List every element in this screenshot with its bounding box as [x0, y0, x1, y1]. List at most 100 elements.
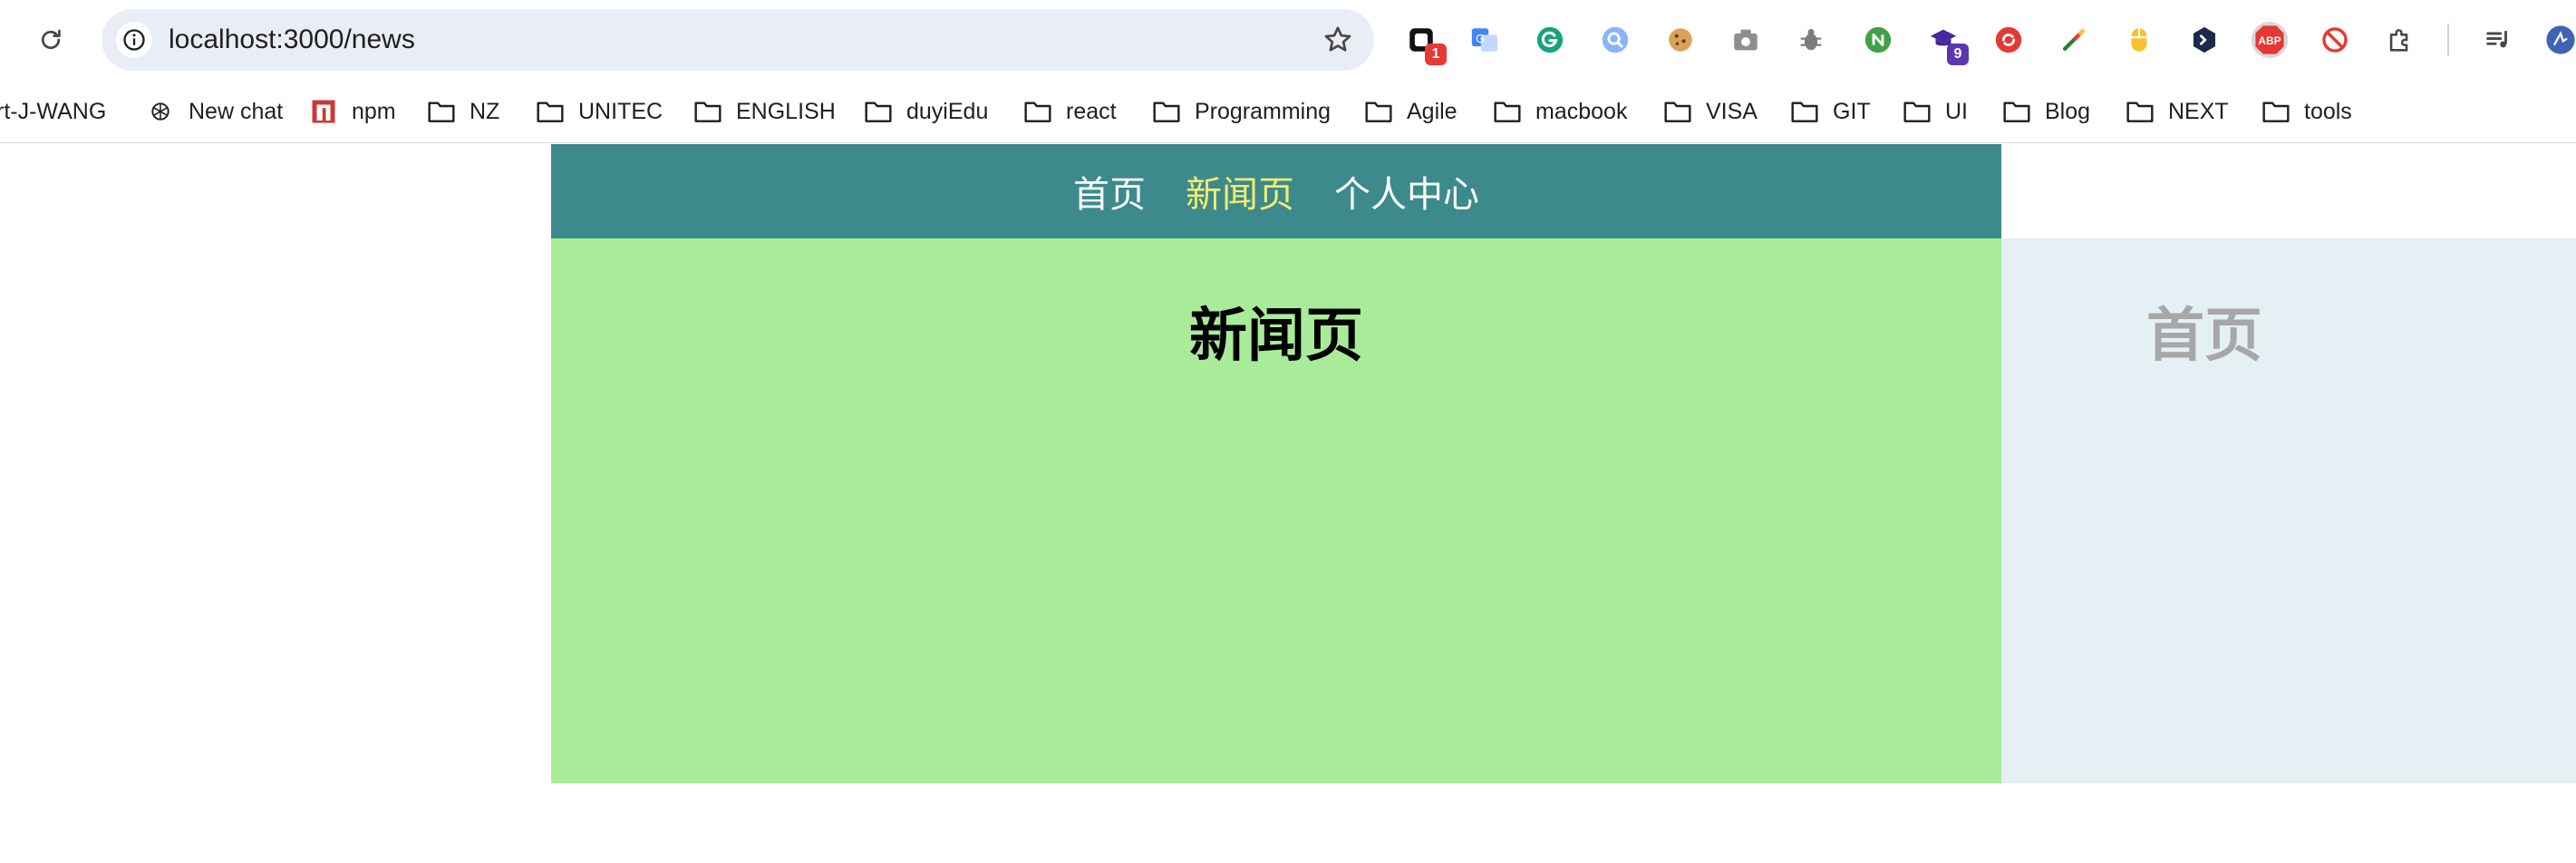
bookmark-folder[interactable]: GIT: [1789, 80, 1871, 143]
media-queue-icon: [2486, 31, 2507, 48]
adblock-plus-button[interactable]: ABP: [2250, 20, 2290, 60]
block-icon: [2322, 27, 2348, 53]
folder-icon: [1789, 98, 1820, 125]
profile-button[interactable]: [2542, 22, 2576, 58]
address-bar[interactable]: localhost:3000/news: [102, 9, 1374, 71]
bookmark-label: Agile: [1407, 98, 1457, 124]
bookmark-label: rt-J-WANG: [0, 98, 107, 124]
folder-icon: [1902, 98, 1932, 125]
adblock-plus-icon: ABP: [2251, 21, 2289, 59]
bookmark-label: UI: [1945, 98, 1968, 124]
bookmark-label: Blog: [2045, 98, 2091, 124]
bookmark-folder[interactable]: tools: [2261, 80, 2352, 143]
magnifier-ext-button[interactable]: [1597, 22, 1633, 58]
news-page-panel: 新闻页: [551, 238, 2001, 783]
folder-icon: [1662, 98, 1693, 125]
browser-toolbar: localhost:3000/news 1 G 9 ABP: [0, 0, 2576, 80]
folder-icon: [692, 98, 723, 125]
magnifier-ext-icon: [1602, 26, 1629, 53]
mouse-ext-button[interactable]: [2121, 22, 2157, 58]
notion-ext-button[interactable]: 1: [1403, 22, 1447, 65]
bookmark-folder[interactable]: duyiEdu: [863, 80, 988, 143]
bookmark-folder[interactable]: UNITEC: [535, 80, 663, 143]
page-viewport: 首页 新闻页 个人中心 新闻页 首页: [0, 144, 2576, 863]
folder-icon: [1363, 98, 1394, 125]
bookmark-label: Programming: [1195, 98, 1332, 124]
folder-icon: [535, 98, 566, 125]
bookmark-label: duyiEdu: [906, 98, 989, 124]
bookmark-label: UNITEC: [578, 98, 663, 124]
grammarly-button[interactable]: [1532, 22, 1568, 58]
bookmark-label: npm: [352, 98, 396, 124]
openai-icon: [145, 98, 176, 125]
reload-button[interactable]: [31, 20, 71, 60]
svg-text:G: G: [1476, 32, 1485, 45]
bookmark-folder[interactable]: react: [1022, 80, 1117, 143]
folder-icon: [2261, 98, 2291, 125]
bookmark-folder[interactable]: VISA: [1662, 80, 1758, 143]
screenshot-ext-button[interactable]: [1728, 22, 1764, 58]
bookmark-label: macbook: [1535, 98, 1628, 124]
bug-ext-button[interactable]: [1793, 22, 1829, 58]
bookmark-folder[interactable]: UI: [1902, 80, 1968, 143]
nav-link-home[interactable]: 首页: [1073, 165, 1146, 218]
url-text[interactable]: localhost:3000/news: [169, 9, 415, 71]
puzzle-icon: [2389, 29, 2408, 52]
nav-link-personal-center[interactable]: 个人中心: [1334, 165, 1479, 218]
bookmark-label: ENGLISH: [736, 98, 836, 124]
page-title: 新闻页: [1189, 302, 1363, 370]
mouse-icon: [2131, 28, 2147, 52]
star-icon: [1324, 26, 1351, 52]
node-icon: [1864, 26, 1892, 53]
bookmark-item[interactable]: npm: [308, 80, 396, 143]
bookmark-label: VISA: [1706, 98, 1758, 124]
info-icon: [123, 29, 145, 51]
npm-icon: [308, 98, 339, 125]
google-translate-button[interactable]: G: [1467, 22, 1503, 58]
bookmark-folder[interactable]: ENGLISH: [692, 80, 836, 143]
folder-icon: [426, 98, 457, 125]
bookmark-folder[interactable]: macbook: [1492, 80, 1627, 143]
media-queue-button[interactable]: [2480, 22, 2516, 58]
grammarly-icon: [1536, 26, 1564, 53]
bookmark-folder[interactable]: NEXT: [2125, 80, 2229, 143]
bookmark-folder[interactable]: NZ: [426, 80, 499, 143]
toolbar-separator: [2447, 24, 2449, 56]
notification-badge: 9: [1947, 44, 1969, 65]
block-ext-button[interactable]: [2317, 22, 2353, 58]
cookie-ext-button[interactable]: [1662, 22, 1699, 58]
bookmark-label: react: [1066, 98, 1117, 124]
bookmark-folder[interactable]: Programming: [1151, 80, 1331, 143]
bookmark-item[interactable]: New chat: [145, 80, 283, 143]
dev-tools-ext-button[interactable]: [2186, 22, 2223, 58]
folder-icon: [863, 98, 894, 125]
dev-tools-ext-icon: [2193, 26, 2216, 53]
transition-home-panel: 首页: [2001, 238, 2576, 783]
bookmark-label: NEXT: [2168, 98, 2229, 124]
bookmark-star-button[interactable]: [1322, 24, 1354, 56]
bug-icon: [1800, 28, 1822, 51]
node-ext-button[interactable]: [1860, 22, 1896, 58]
google-translate-icon: G: [1471, 28, 1498, 52]
edu-ext-button[interactable]: 9: [1925, 22, 1969, 65]
bookmark-folder[interactable]: Agile: [1363, 80, 1457, 143]
folder-icon: [1022, 98, 1053, 125]
bookmark-folder[interactable]: Blog: [2001, 80, 2090, 143]
color-picker-button[interactable]: [2056, 22, 2092, 58]
color-picker-icon: [2062, 28, 2086, 52]
extensions-button[interactable]: [2382, 22, 2418, 58]
folder-icon: [2001, 98, 2032, 125]
sync-ext-button[interactable]: [1990, 22, 2027, 58]
site-info-button[interactable]: [116, 22, 152, 58]
svg-text:ABP: ABP: [2258, 34, 2281, 47]
folder-icon: [1492, 98, 1523, 125]
bookmark-label: GIT: [1833, 98, 1871, 124]
bookmarks-bar: rt-J-WANG New chat npm NZ UNITEC ENGLISH…: [0, 80, 2576, 143]
nav-link-news[interactable]: 新闻页: [1186, 165, 1294, 218]
bookmark-item[interactable]: rt-J-WANG: [0, 80, 106, 143]
app-nav-bar: 首页 新闻页 个人中心: [551, 144, 2001, 238]
folder-icon: [2125, 98, 2155, 125]
cookie-icon: [1669, 28, 1692, 52]
profile-avatar-icon: [2546, 25, 2575, 54]
bookmark-label: NZ: [470, 98, 500, 124]
